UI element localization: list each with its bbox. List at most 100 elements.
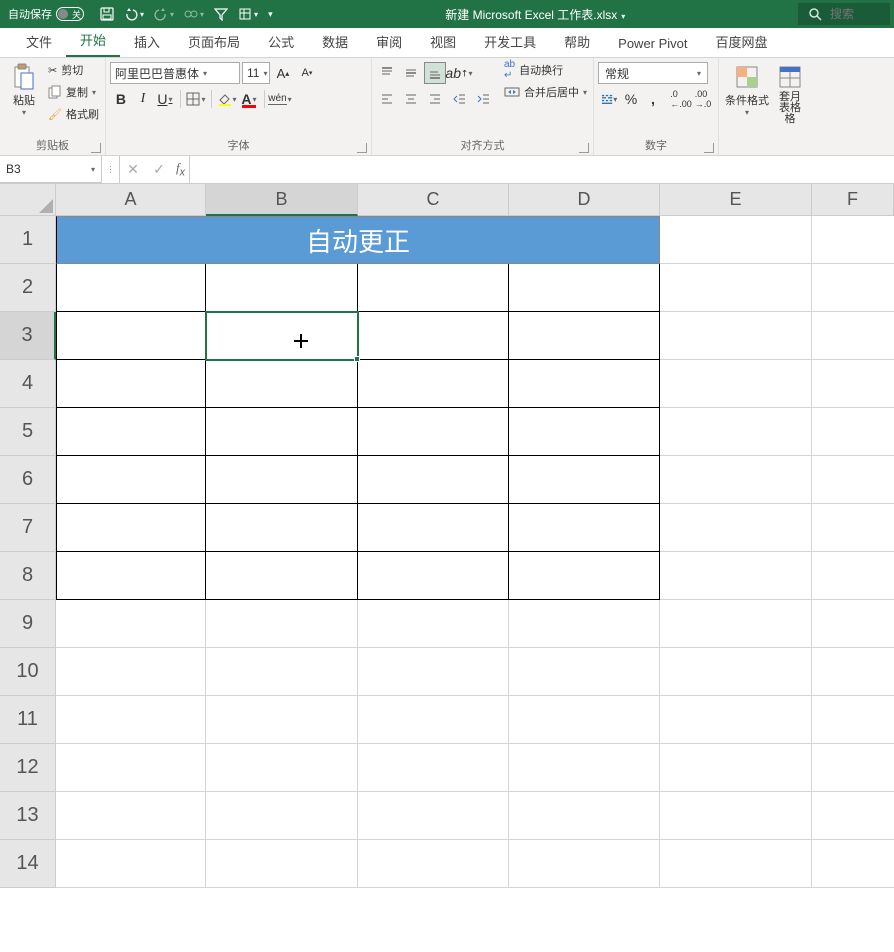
cell-B9[interactable] [206,600,358,648]
italic-button[interactable]: I [132,88,154,110]
font-name-select[interactable]: 阿里巴巴普惠体▾ [110,62,240,84]
cell-E12[interactable] [660,744,812,792]
paste-dropdown-icon[interactable]: ▾ [22,108,26,117]
paste-button[interactable]: 粘贴 ▾ [4,60,44,119]
cell-E7[interactable] [660,504,812,552]
cell-F4[interactable] [812,360,894,408]
comma-style-button[interactable]: , [642,88,664,110]
grid-area[interactable]: 自动更正 [56,216,894,888]
cell-B5[interactable] [206,408,358,456]
font-launcher[interactable] [357,143,367,153]
row-header-8[interactable]: 8 [0,552,56,600]
row-header-6[interactable]: 6 [0,456,56,504]
fill-handle[interactable] [354,356,360,362]
cell-F5[interactable] [812,408,894,456]
cell-F12[interactable] [812,744,894,792]
col-header-B[interactable]: B [206,184,358,216]
col-header-F[interactable]: F [812,184,894,216]
cell-D8[interactable] [509,552,660,600]
cell-C6[interactable] [358,456,509,504]
font-size-select[interactable]: 11▾ [242,62,270,84]
col-header-E[interactable]: E [660,184,812,216]
touch-mode-icon[interactable]: ▾ [184,7,204,21]
cell-C12[interactable] [358,744,509,792]
cell-A7[interactable] [56,504,206,552]
cell-C10[interactable] [358,648,509,696]
name-box-expand[interactable]: ⋮ [102,156,120,183]
row-header-12[interactable]: 12 [0,744,56,792]
cell-D5[interactable] [509,408,660,456]
search-box[interactable] [798,3,890,25]
cell-B8[interactable] [206,552,358,600]
cell-F10[interactable] [812,648,894,696]
cell-A4[interactable] [56,360,206,408]
align-center-icon[interactable] [400,88,422,110]
cell-A3[interactable] [56,312,206,360]
row-header-11[interactable]: 11 [0,696,56,744]
row-header-14[interactable]: 14 [0,840,56,888]
cell-D13[interactable] [509,792,660,840]
cell-C4[interactable] [358,360,509,408]
cell-B11[interactable] [206,696,358,744]
cell-E1[interactable] [660,216,812,264]
decrease-decimal-button[interactable]: .00→.0 [692,88,714,110]
increase-decimal-button[interactable]: .0←.00 [670,88,692,110]
row-header-3[interactable]: 3 [0,312,56,360]
cell-A12[interactable] [56,744,206,792]
cell-C2[interactable] [358,264,509,312]
row-header-5[interactable]: 5 [0,408,56,456]
cell-B3[interactable] [206,312,358,360]
cell-F9[interactable] [812,600,894,648]
col-header-C[interactable]: C [358,184,509,216]
format-painter-button[interactable]: 🖌格式刷 [46,104,101,124]
autosave[interactable]: 自动保存 关 [8,6,84,22]
tab-formulas[interactable]: 公式 [254,26,308,57]
tab-insert[interactable]: 插入 [120,26,174,57]
copy-dropdown-icon[interactable]: ▾ [92,88,96,97]
cell-C5[interactable] [358,408,509,456]
accounting-format-button[interactable]: 𝍋▾ [598,88,620,110]
tab-baidu[interactable]: 百度网盘 [702,26,782,57]
cell-E11[interactable] [660,696,812,744]
tab-file[interactable]: 文件 [12,26,66,57]
cell-A9[interactable] [56,600,206,648]
cell-D7[interactable] [509,504,660,552]
cell-E9[interactable] [660,600,812,648]
cell-B6[interactable] [206,456,358,504]
cell-B14[interactable] [206,840,358,888]
cell-B4[interactable] [206,360,358,408]
redo-button[interactable]: ▾ [154,7,174,21]
cell-C3[interactable] [358,312,509,360]
cell-E10[interactable] [660,648,812,696]
cell-F3[interactable] [812,312,894,360]
conditional-formatting-button[interactable]: 条件格式▾ [723,60,771,119]
tab-view[interactable]: 视图 [416,26,470,57]
cut-button[interactable]: ✂剪切 [46,60,101,80]
decrease-indent-icon[interactable] [448,88,470,110]
tab-data[interactable]: 数据 [308,26,362,57]
cell-A11[interactable] [56,696,206,744]
align-left-icon[interactable] [376,88,398,110]
cell-C14[interactable] [358,840,509,888]
row-header-10[interactable]: 10 [0,648,56,696]
orientation-button[interactable]: ab↗▾ [448,62,470,84]
cancel-formula-icon[interactable]: ✕ [124,161,142,178]
merge-center-button[interactable]: 合并后居中▾ [502,82,589,102]
percent-style-button[interactable]: % [620,88,642,110]
cell-E4[interactable] [660,360,812,408]
cell-E14[interactable] [660,840,812,888]
cell-A14[interactable] [56,840,206,888]
row-header-4[interactable]: 4 [0,360,56,408]
select-all-corner[interactable] [0,184,56,216]
enter-formula-icon[interactable]: ✓ [150,161,168,178]
align-right-icon[interactable] [424,88,446,110]
bold-button[interactable]: B [110,88,132,110]
phonetic-button[interactable]: wén▾ [269,88,291,110]
cell-D9[interactable] [509,600,660,648]
align-bottom-icon[interactable] [424,62,446,84]
number-format-select[interactable]: 常规▾ [598,62,708,84]
cell-F8[interactable] [812,552,894,600]
cell-D11[interactable] [509,696,660,744]
increase-font-icon[interactable]: A▴ [272,62,294,84]
merge-dropdown-icon[interactable]: ▾ [583,88,587,97]
